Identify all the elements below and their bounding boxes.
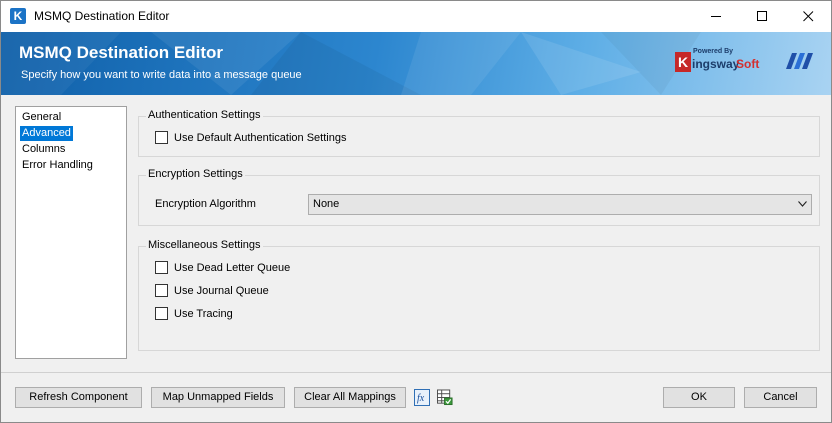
encryption-algorithm-select[interactable]: None [308, 194, 812, 215]
title-bar: K MSMQ Destination Editor [1, 1, 831, 32]
tracing-checkbox[interactable] [155, 307, 168, 320]
logo-k-mark: K [675, 52, 691, 72]
header-banner: MSMQ Destination Editor Specify how you … [1, 32, 831, 95]
use-default-auth-checkbox[interactable] [155, 131, 168, 144]
app-k-icon: K [10, 8, 26, 24]
encryption-algorithm-label: Encryption Algorithm [155, 198, 256, 210]
dialog-window: K MSMQ Destination Editor MSMQ Destinati… [0, 0, 832, 423]
encryption-settings-title: Encryption Settings [146, 168, 245, 180]
kingswaysoft-logo: Powered By K ingsway Soft [669, 48, 767, 78]
cancel-button[interactable]: Cancel [744, 387, 817, 408]
map-unmapped-fields-button[interactable]: Map Unmapped Fields [151, 387, 285, 408]
minimize-icon [710, 16, 721, 17]
banner-subtitle: Specify how you want to write data into … [21, 69, 302, 81]
footer-separator [1, 372, 831, 373]
dotnet-logo-icon [786, 53, 813, 69]
minimize-button[interactable] [693, 1, 739, 32]
journal-queue-label: Use Journal Queue [174, 284, 269, 297]
use-default-auth-checkbox-row[interactable]: Use Default Authentication Settings [155, 131, 346, 144]
page-nav-list[interactable]: General Advanced Columns Error Handling [15, 106, 127, 359]
fx-expression-icon[interactable]: fx [414, 389, 430, 406]
clear-all-mappings-button[interactable]: Clear All Mappings [294, 387, 406, 408]
chevron-down-icon [798, 201, 807, 207]
logo-name-part1: ingsway [692, 57, 740, 71]
authentication-settings-title: Authentication Settings [146, 109, 263, 121]
journal-queue-checkbox-row[interactable]: Use Journal Queue [155, 284, 269, 297]
dead-letter-checkbox-row[interactable]: Use Dead Letter Queue [155, 261, 290, 274]
dead-letter-checkbox[interactable] [155, 261, 168, 274]
journal-queue-checkbox[interactable] [155, 284, 168, 297]
nav-item-advanced[interactable]: Advanced [20, 126, 73, 141]
ok-button[interactable]: OK [663, 387, 735, 408]
encryption-algorithm-value: None [313, 198, 340, 210]
window-title: MSMQ Destination Editor [34, 9, 170, 23]
tracing-label: Use Tracing [174, 307, 233, 320]
tracing-checkbox-row[interactable]: Use Tracing [155, 307, 233, 320]
nav-item-error-handling[interactable]: Error Handling [20, 158, 95, 173]
banner-title: MSMQ Destination Editor [19, 43, 223, 62]
grid-check-icon[interactable] [437, 389, 453, 406]
close-icon [802, 11, 813, 22]
close-button[interactable] [785, 1, 831, 32]
logo-name-part2: Soft [736, 57, 760, 71]
nav-item-columns[interactable]: Columns [20, 142, 67, 157]
use-default-auth-label: Use Default Authentication Settings [174, 131, 347, 144]
misc-settings-title: Miscellaneous Settings [146, 239, 263, 251]
logo-powered-by: Powered By [693, 48, 734, 55]
maximize-icon [756, 11, 767, 21]
refresh-component-button[interactable]: Refresh Component [15, 387, 142, 408]
nav-item-general[interactable]: General [20, 110, 63, 125]
dead-letter-label: Use Dead Letter Queue [174, 261, 291, 274]
maximize-button[interactable] [739, 1, 785, 32]
fx-glyph: fx [417, 393, 425, 404]
